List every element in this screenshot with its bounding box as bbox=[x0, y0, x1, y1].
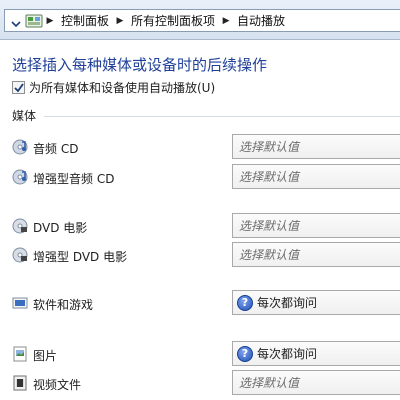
dvd-movie-icon bbox=[12, 218, 28, 234]
media-label: 软件和游戏 bbox=[33, 298, 94, 312]
media-row-dvd-movie: DVD 电影 选择默认值 bbox=[0, 213, 400, 241]
action-select-software-games[interactable]: ? 每次都询问 bbox=[232, 290, 400, 315]
software-games-icon bbox=[12, 295, 28, 311]
breadcrumb-control-panel[interactable]: 控制面板 bbox=[57, 12, 113, 29]
select-value: 选择默认值 bbox=[239, 376, 300, 390]
media-label: 视频文件 bbox=[33, 378, 82, 392]
media-label: 音频 CD bbox=[33, 142, 79, 156]
action-select-pictures[interactable]: ? 每次都询问 bbox=[232, 341, 400, 366]
breadcrumb-all-items[interactable]: 所有控制面板项 bbox=[127, 12, 219, 29]
media-label: 增强型音频 CD bbox=[33, 172, 115, 186]
section-media-header: 媒体 bbox=[12, 109, 37, 123]
breadcrumb-autoplay[interactable]: 自动播放 bbox=[233, 12, 289, 29]
chevron-down-icon[interactable] bbox=[11, 17, 21, 31]
select-value: 每次都询问 bbox=[257, 296, 318, 310]
autoplay-all-row[interactable]: 为所有媒体和设备使用自动播放(U) bbox=[12, 79, 215, 96]
media-row-enhanced-audio-cd: 增强型音频 CD 选择默认值 bbox=[0, 164, 400, 192]
autoplay-all-checkbox[interactable] bbox=[12, 81, 25, 94]
pictures-icon bbox=[12, 346, 28, 362]
select-value: 选择默认值 bbox=[239, 140, 300, 154]
media-label: 图片 bbox=[33, 349, 58, 363]
media-label: DVD 电影 bbox=[33, 221, 88, 235]
media-row-enhanced-dvd-movie: 增强型 DVD 电影 选择默认值 bbox=[0, 242, 400, 270]
video-files-icon bbox=[12, 375, 28, 391]
media-row-audio-cd: 音频 CD 选择默认值 bbox=[0, 134, 400, 162]
media-label: 增强型 DVD 电影 bbox=[33, 250, 128, 264]
control-panel-icon bbox=[25, 13, 43, 29]
action-select-dvd-movie[interactable]: 选择默认值 bbox=[232, 213, 400, 238]
media-row-pictures: 图片 ? 每次都询问 bbox=[0, 341, 400, 369]
action-select-audio-cd[interactable]: 选择默认值 bbox=[232, 134, 400, 159]
select-value: 选择默认值 bbox=[239, 170, 300, 184]
media-row-software-games: 软件和游戏 ? 每次都询问 bbox=[0, 290, 400, 318]
audio-cd-icon bbox=[12, 139, 28, 155]
question-icon: ? bbox=[237, 294, 253, 311]
media-row-video-files: 视频文件 选择默认值 bbox=[0, 370, 400, 398]
action-select-enhanced-dvd-movie[interactable]: 选择默认值 bbox=[232, 242, 400, 267]
address-bar: ▶ 控制面板 ▶ 所有控制面板项 ▶ 自动播放 bbox=[0, 0, 400, 40]
select-value: 选择默认值 bbox=[239, 219, 300, 233]
question-icon: ? bbox=[237, 345, 253, 362]
autoplay-all-label[interactable]: 为所有媒体和设备使用自动播放(U) bbox=[29, 79, 215, 96]
breadcrumb[interactable]: ▶ 控制面板 ▶ 所有控制面板项 ▶ 自动播放 bbox=[4, 9, 400, 32]
enhanced-dvd-movie-icon bbox=[12, 247, 28, 263]
breadcrumb-separator-icon[interactable]: ▶ bbox=[219, 16, 233, 26]
breadcrumb-separator-icon[interactable]: ▶ bbox=[43, 16, 57, 26]
enhanced-audio-cd-icon bbox=[12, 169, 28, 185]
breadcrumb-separator-icon[interactable]: ▶ bbox=[113, 16, 127, 26]
section-divider bbox=[44, 116, 400, 117]
select-value: 每次都询问 bbox=[257, 347, 318, 361]
checkmark-icon bbox=[13, 82, 24, 92]
action-select-enhanced-audio-cd[interactable]: 选择默认值 bbox=[232, 164, 400, 189]
action-select-video-files[interactable]: 选择默认值 bbox=[232, 370, 400, 395]
page-title: 选择插入每种媒体或设备时的后续操作 bbox=[12, 56, 268, 74]
select-value: 选择默认值 bbox=[239, 248, 300, 262]
